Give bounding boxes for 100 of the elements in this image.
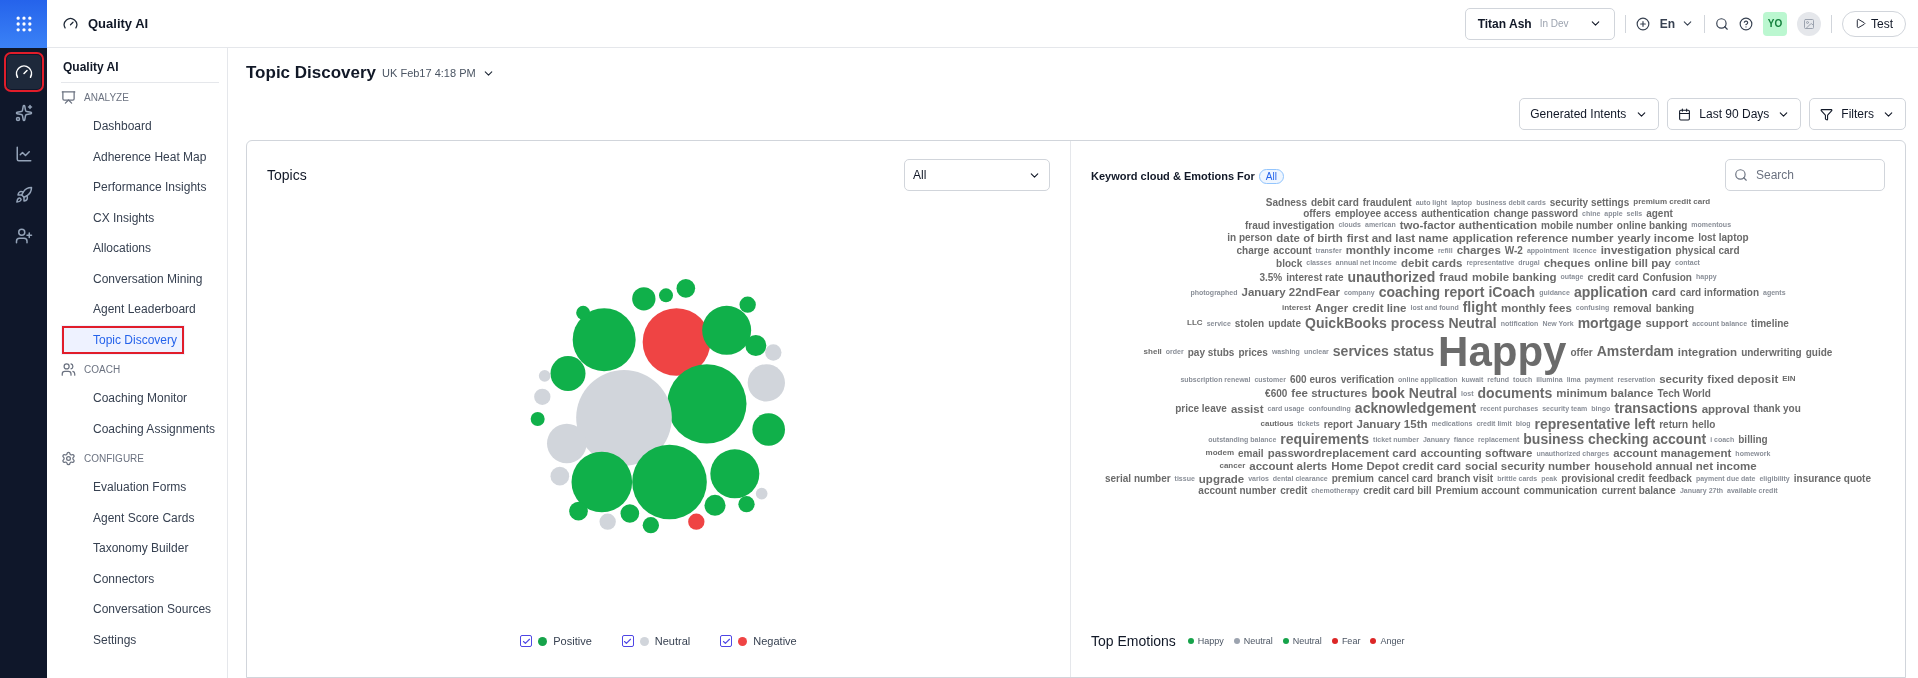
cloud-word: report [1323,418,1353,430]
cloud-word: price leave [1175,403,1227,415]
workspace-select[interactable]: Titan Ash In Dev [1464,7,1615,40]
language-select[interactable]: En [1659,16,1694,31]
topic-bubble[interactable] [642,308,710,376]
topic-bubble[interactable] [642,517,659,534]
cloud-word: January 22ndFear [1241,286,1340,299]
date-range-select[interactable]: Last 90 Days [1667,98,1802,130]
sidebar-item[interactable]: CX Insights [61,202,219,233]
topic-bubble[interactable] [631,287,655,311]
topic-bubble[interactable] [572,308,636,372]
check-icon [623,636,633,646]
cloud-word: application reference number [1452,231,1614,245]
cloud-word: Premium account [1435,485,1520,497]
cloud-word: approval [1701,402,1750,416]
topic-filter-select[interactable]: All [904,159,1050,191]
legend-checkbox[interactable] [520,635,533,647]
topic-bubble[interactable] [658,288,673,303]
cloud-word: €600 [1265,387,1288,399]
cloud-word: cheques [1543,256,1591,270]
topic-bubble[interactable] [546,423,587,464]
cloud-word: assist [1230,402,1264,416]
cloud-word: transactions [1614,401,1698,417]
sidebar-item[interactable]: Coaching Monitor [61,383,219,414]
topic-bubble[interactable] [764,344,781,361]
calendar-icon [1678,107,1692,121]
search-button[interactable] [1715,16,1729,31]
sidebar-item[interactable]: Evaluation Forms [61,472,219,503]
sidebar-item[interactable]: Settings [61,624,219,655]
sidebar-item[interactable]: Connectors [61,563,219,594]
cloud-word: credit card bill [1363,485,1432,497]
topic-bubble[interactable] [709,449,759,499]
image-avatar[interactable] [1797,11,1821,36]
cloud-word: first and last name [1346,231,1449,245]
cloud-word: guide [1805,346,1833,358]
topic-bubble[interactable] [676,279,695,298]
topic-bubble[interactable] [620,504,639,523]
topic-bubble[interactable] [530,412,545,426]
cloud-word: accounting software [1420,447,1533,460]
intent-select[interactable]: Generated Intents [1519,98,1660,130]
legend-checkbox[interactable] [720,635,733,647]
topic-bubble[interactable] [568,501,588,521]
sidebar-item[interactable]: Taxonomy Builder [61,533,219,564]
cloud-word: physical card [1675,245,1740,257]
sidebar-item[interactable]: Agent Leaderboard [61,294,219,325]
sidebar-item[interactable]: Topic Discovery [61,324,185,355]
cloud-word: offers [1303,208,1331,219]
topic-bubble[interactable] [631,444,707,520]
cloud-word: application [1573,284,1648,301]
cloud-word: in person [1227,232,1273,244]
sidebar-item[interactable]: Allocations [61,233,219,264]
cloud-word: mortgage [1577,315,1642,332]
filters-button[interactable]: Filters [1809,98,1906,130]
cloud-word: W-2 [1504,245,1523,257]
topic-bubble[interactable] [751,413,785,446]
topic-bubble[interactable] [571,451,632,513]
sidebar-item[interactable]: Conversation Mining [61,263,219,294]
rocket-icon [14,186,33,204]
topic-bubble[interactable] [550,356,585,391]
topic-bubble[interactable] [666,364,746,444]
topic-bubble[interactable] [704,494,725,516]
cloud-word: card information [1680,287,1759,299]
app-grid-button[interactable] [0,0,47,48]
cloud-word: LLC [1187,319,1203,328]
section-label: COACH [84,363,121,375]
sidebar-item[interactable]: Coaching Assignments [61,413,219,444]
add-button[interactable] [1635,16,1650,31]
test-button[interactable]: Test [1842,10,1906,37]
cloud-word: date of birth [1276,231,1343,245]
topic-bubble[interactable] [687,513,704,530]
topic-bubble[interactable] [701,305,751,355]
cloud-word: January 15th [1356,417,1428,431]
cloud-word: status [1392,344,1435,360]
cloud-word: Neutral [1448,315,1497,332]
filter-icon [1820,107,1834,121]
legend-checkbox[interactable] [621,635,634,647]
sidebar-item[interactable]: Conversation Sources [61,594,219,625]
presentation-icon [61,89,76,105]
topic-bubble[interactable] [739,296,756,313]
search-field[interactable]: Search [1725,159,1885,191]
topic-bubble[interactable] [744,335,766,356]
rail-button[interactable] [6,55,41,89]
user-avatar[interactable]: YO [1763,11,1787,36]
cloud-word: cancel card [1377,473,1433,485]
plus-circle-icon [1635,16,1650,31]
cloud-word: shell [1143,347,1162,357]
topic-bubble[interactable] [737,496,755,513]
help-button[interactable] [1739,16,1753,31]
cloud-word: verification [1340,373,1394,385]
keyword-cloud-title: Keyword cloud & Emotions For [1091,170,1255,182]
sidebar-item[interactable]: Performance Insights [61,172,219,203]
cloud-word: Amsterdam [1596,344,1674,360]
cloud-word: security settings [1549,197,1630,208]
sidebar-item[interactable]: Adherence Heat Map [61,141,219,172]
sidebar-item[interactable]: Dashboard [61,111,219,142]
topic-bubble[interactable] [575,370,672,466]
cloud-word: monthly income [1345,244,1434,257]
sidebar-item[interactable]: Agent Score Cards [61,502,219,533]
page-title: Topic Discovery [246,63,377,83]
topic-bubble[interactable] [575,305,590,320]
